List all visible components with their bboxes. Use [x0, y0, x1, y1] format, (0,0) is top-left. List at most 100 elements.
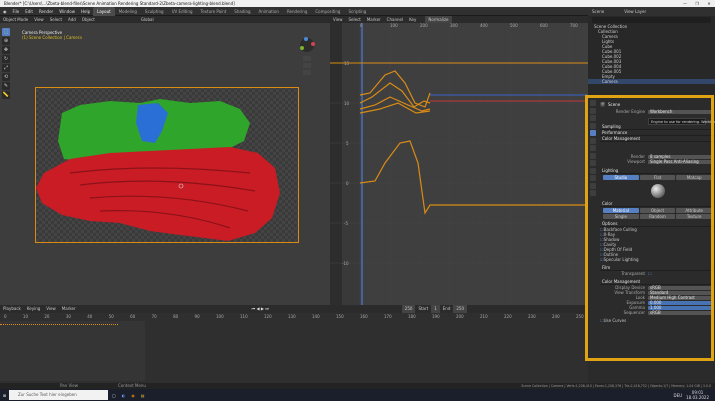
lighting-matcap-button[interactable]: Matcap	[676, 175, 713, 180]
scene-label[interactable]: Scene	[592, 9, 604, 14]
color-texture-button[interactable]: Texture	[676, 214, 713, 219]
timeline-menu-keying[interactable]: Keying	[24, 305, 43, 313]
windows-start-icon[interactable]: ⊞	[0, 393, 9, 398]
render-engine-select[interactable]: Workbench	[648, 109, 712, 114]
timeline-menu-view[interactable]: View	[43, 305, 59, 313]
color-material-button[interactable]: Material	[603, 208, 639, 213]
collection-tab-icon[interactable]	[590, 145, 596, 151]
option-specular[interactable]: ☑ Specular Lighting	[600, 257, 715, 262]
blender-task-icon[interactable]: ◉	[131, 393, 135, 398]
3d-viewport[interactable]	[0, 23, 330, 305]
lighting-studio-button[interactable]: Studio	[603, 175, 639, 180]
explorer-icon[interactable]: ▤	[141, 393, 145, 398]
data-tab-icon[interactable]	[590, 190, 596, 196]
modifier-tab-icon[interactable]	[590, 160, 596, 166]
window-controls: — ❐ ✕	[679, 0, 715, 7]
start-frame-field[interactable]: 1	[431, 305, 440, 313]
graph-menu-select[interactable]: Select	[346, 16, 364, 23]
tool-tab-icon[interactable]	[590, 100, 596, 106]
viewport-menu-view[interactable]: View	[31, 16, 47, 23]
transform-orientation-select[interactable]: Global	[138, 16, 157, 23]
section-color[interactable]: Color	[600, 201, 715, 207]
move-icon[interactable]: ✥	[2, 46, 10, 54]
tab-uv-editing[interactable]: UV Editing	[168, 7, 197, 16]
edge-icon[interactable]: ◐	[122, 393, 126, 398]
tab-sculpting[interactable]: Sculpting	[141, 7, 168, 16]
measure-icon[interactable]: 📏	[2, 91, 10, 99]
transform-icon[interactable]: ⟲	[2, 73, 10, 81]
section-color-mgmt-collapsed[interactable]: Color Management	[600, 136, 715, 142]
timeline[interactable]: 0 10 20 30 40 50 60 70 80 90 100 110 120 130 140 150 160…	[0, 313, 588, 383]
tab-layout[interactable]: Layout	[93, 6, 115, 16]
menu-edit[interactable]: Edit	[22, 7, 36, 16]
outliner-search-input[interactable]	[592, 17, 711, 23]
language-indicator[interactable]: DEU	[674, 393, 683, 398]
timeline-header: Playback Keying View Marker ⏮ ◀ ▶ ⏭ 250 …	[0, 305, 588, 313]
annotate-icon[interactable]: ✎	[2, 82, 10, 90]
task-view-icon[interactable]: ▢	[112, 393, 116, 398]
maximize-button[interactable]: ❐	[691, 0, 703, 7]
tab-animation[interactable]: Animation	[255, 7, 283, 16]
graph-menu-channel[interactable]: Channel	[384, 16, 406, 23]
physics-tab-icon[interactable]	[590, 175, 596, 181]
particles-tab-icon[interactable]	[590, 167, 596, 174]
color-attribute-button[interactable]: Attribute	[676, 208, 713, 213]
tab-compositing[interactable]: Compositing	[311, 7, 344, 16]
scale-icon[interactable]: ⤢	[2, 64, 10, 72]
viewport-menu-object[interactable]: Object	[79, 16, 98, 23]
sampling-render-field[interactable]: 8 samples	[648, 154, 712, 159]
taskbar-search-input[interactable]: Zur Suche Text hier eingeben	[9, 390, 108, 400]
graph-menu-key[interactable]: Key	[406, 16, 419, 23]
menu-render[interactable]: Render	[36, 7, 56, 16]
cursor-icon[interactable]: ⊕	[2, 37, 10, 45]
lighting-flat-button[interactable]: Flat	[639, 175, 676, 180]
select-box-icon[interactable]: ⬚	[2, 28, 10, 36]
graph-editor-header: View Select Marker Channel Key Normalize	[330, 16, 588, 23]
menu-window[interactable]: Window	[56, 7, 78, 16]
film-transparent-row[interactable]: Transparent ☐	[600, 271, 715, 276]
blender-logo-icon[interactable]: ◉	[0, 7, 10, 16]
output-tab-icon[interactable]	[590, 115, 596, 121]
outliner-row-selected[interactable]: Camera	[588, 79, 715, 84]
world-tab-icon[interactable]	[590, 137, 596, 144]
render-engine-tooltip: Engine to use for rendering. Workbench	[648, 118, 715, 125]
tab-shading[interactable]: Shading	[230, 7, 254, 16]
graph-menu-view[interactable]: View	[330, 16, 346, 23]
play-controls-icon[interactable]: ⏮ ◀ ▶ ⏭	[249, 305, 272, 313]
rotate-icon[interactable]: ↻	[2, 55, 10, 63]
tab-texture-paint[interactable]: Texture Paint	[196, 7, 230, 16]
use-curves-row[interactable]: ☐ Use Curves	[600, 318, 715, 323]
close-button[interactable]: ✕	[703, 0, 715, 7]
scene-tab-icon[interactable]	[590, 130, 596, 136]
tab-scripting[interactable]: Scripting	[344, 7, 370, 16]
object-tab-icon[interactable]	[590, 152, 596, 159]
menu-help[interactable]: Help	[78, 7, 93, 16]
mode-select[interactable]: Object Mode	[0, 16, 31, 23]
current-frame-field[interactable]: 250	[401, 305, 416, 313]
graph-menu-marker[interactable]: Marker	[364, 16, 384, 23]
viewport-menu-select[interactable]: Select	[47, 16, 65, 23]
clock[interactable]: 09:01 18.03.2022	[686, 390, 709, 400]
outliner-header: Scene View Layer	[588, 7, 715, 16]
view-layer-label[interactable]: View Layer	[624, 9, 646, 14]
view-layer-tab-icon[interactable]	[590, 122, 596, 129]
end-frame-field[interactable]: 250	[453, 305, 468, 313]
menu-file[interactable]: File	[10, 7, 23, 16]
timeline-menu-marker[interactable]: Marker	[59, 305, 79, 313]
color-single-button[interactable]: Single	[603, 214, 639, 219]
color-object-button[interactable]: Object	[639, 208, 676, 213]
normalize-toggle[interactable]: Normalize	[425, 16, 452, 23]
section-lighting[interactable]: Lighting	[600, 168, 715, 174]
sampling-viewport-field[interactable]: Single Pass Anti-Aliasing	[648, 159, 712, 164]
minimize-button[interactable]: —	[679, 0, 691, 7]
viewport-menu-add[interactable]: Add	[65, 16, 79, 23]
color-random-button[interactable]: Random	[639, 214, 676, 219]
timeline-menu-playback[interactable]: Playback	[0, 305, 24, 313]
navigation-gizmo[interactable]	[294, 36, 320, 81]
studio-light-preview[interactable]	[600, 181, 715, 201]
graph-editor[interactable]: 15 10 5 0 -5 -10 0 100 200 300 400 500 600 700	[330, 23, 588, 305]
constraints-tab-icon[interactable]	[590, 182, 596, 189]
render-tab-icon[interactable]	[590, 107, 596, 114]
tab-rendering[interactable]: Rendering	[283, 7, 311, 16]
tab-modeling[interactable]: Modeling	[115, 7, 141, 16]
